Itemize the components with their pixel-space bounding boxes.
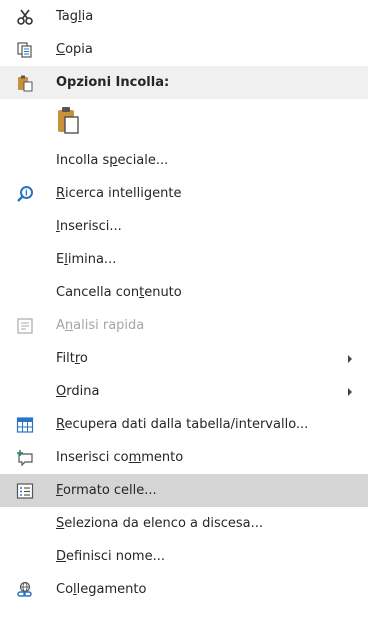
scissors-icon — [16, 8, 34, 26]
clipboard-icon — [16, 74, 34, 92]
menu-item-label: Recupera dati dalla tabella/intervallo..… — [56, 416, 309, 432]
menu-item-analisi-rapida: Analisi rapida — [0, 309, 368, 342]
menu-item-filtro[interactable]: Filtro — [0, 342, 368, 375]
menu-item-label: Incolla speciale... — [56, 152, 169, 168]
menu-item-incolla-speciale[interactable]: Incolla speciale... — [0, 144, 368, 177]
menu-item-label: Ricerca intelligente — [56, 185, 182, 201]
menu-item-inserisci[interactable]: Inserisci... — [0, 210, 368, 243]
link-icon — [16, 581, 34, 599]
menu-item-inserisci-commento[interactable]: Inserisci commento — [0, 441, 368, 474]
new-comment-icon — [16, 449, 34, 467]
menu-item-label: Inserisci commento — [56, 449, 184, 465]
table-icon — [16, 416, 34, 434]
menu-item-label: Seleziona da elenco a discesa... — [56, 515, 264, 531]
context-menu: Taglia Copia Opzioni Incolla: Incolla sp… — [0, 0, 368, 635]
paste-clipboard-icon[interactable] — [56, 105, 82, 137]
menu-item-label: Ordina — [56, 383, 100, 399]
menu-item-label: Opzioni Incolla: — [56, 74, 170, 90]
paste-options-header: Opzioni Incolla: — [0, 66, 368, 99]
svg-text:i: i — [25, 188, 28, 197]
smart-lookup-icon: i — [16, 185, 34, 203]
format-cells-icon — [16, 482, 34, 500]
menu-item-cancella-contenuto[interactable]: Cancella contenuto — [0, 276, 368, 309]
quick-analysis-icon — [16, 317, 34, 335]
menu-item-label: Definisci nome... — [56, 548, 165, 564]
menu-item-definisci-nome[interactable]: Definisci nome... — [0, 540, 368, 573]
submenu-arrow-icon — [348, 354, 352, 363]
menu-item-seleziona-elenco[interactable]: Seleziona da elenco a discesa... — [0, 507, 368, 540]
menu-item-taglia[interactable]: Taglia — [0, 0, 368, 33]
submenu-arrow-icon — [348, 387, 352, 396]
menu-item-label: Taglia — [56, 8, 94, 24]
copy-icon — [16, 41, 34, 59]
menu-item-ordina[interactable]: Ordina — [0, 375, 368, 408]
menu-item-label: Inserisci... — [56, 218, 122, 234]
menu-item-copia[interactable]: Copia — [0, 33, 368, 66]
menu-item-elimina[interactable]: Elimina... — [0, 243, 368, 276]
menu-item-formato-celle[interactable]: Formato celle... — [0, 474, 368, 507]
menu-item-label: Collegamento — [56, 581, 147, 597]
menu-item-label: Filtro — [56, 350, 88, 366]
menu-item-label: Formato celle... — [56, 482, 157, 498]
menu-item-label: Cancella contenuto — [56, 284, 182, 300]
menu-item-ricerca-intelligente[interactable]: i Ricerca intelligente — [0, 177, 368, 210]
menu-item-label: Copia — [56, 41, 93, 57]
menu-item-label: Analisi rapida — [56, 317, 145, 333]
menu-item-collegamento[interactable]: Collegamento — [0, 573, 368, 606]
paste-options-row — [0, 99, 368, 144]
menu-item-recupera-dati[interactable]: Recupera dati dalla tabella/intervallo..… — [0, 408, 368, 441]
menu-item-label: Elimina... — [56, 251, 117, 267]
